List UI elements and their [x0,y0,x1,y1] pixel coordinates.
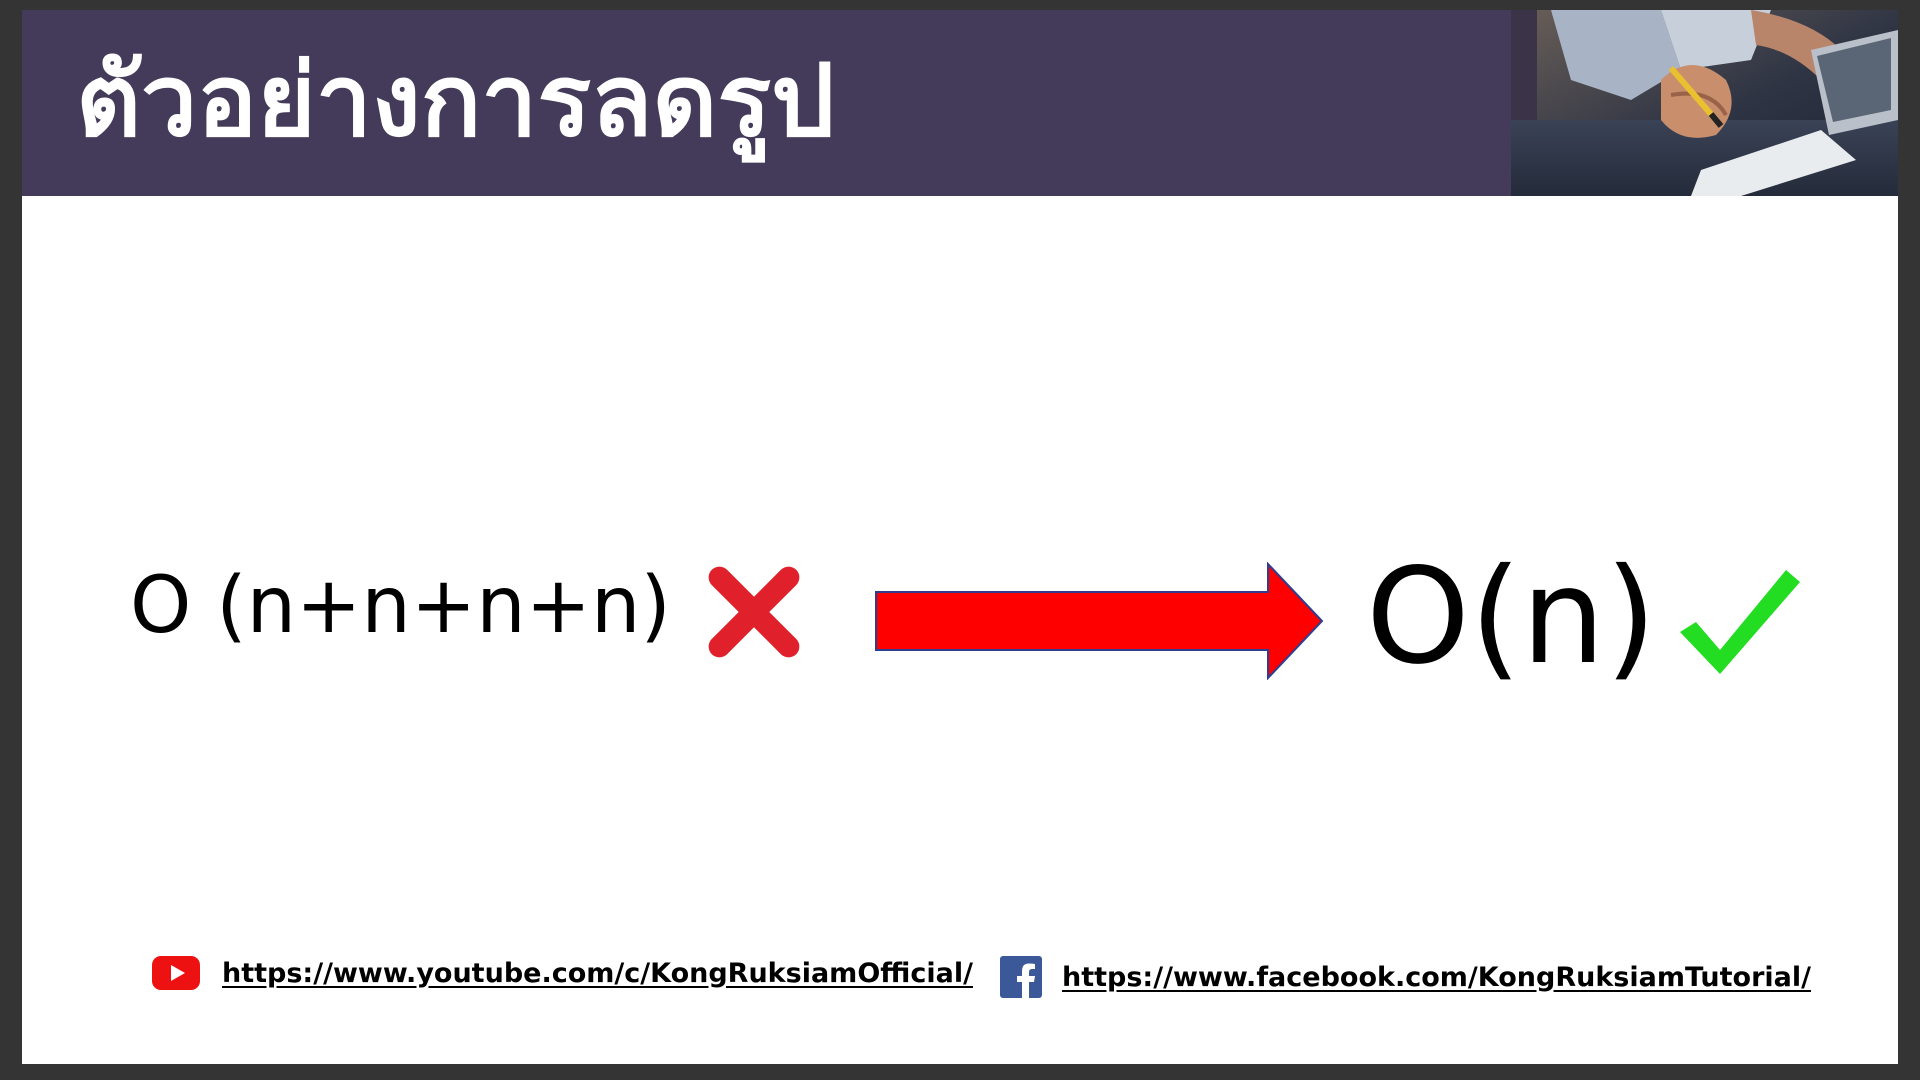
title-bar: ตัวอย่างการลดรูป [22,10,1898,196]
youtube-link[interactable]: https://www.youtube.com/c/KongRuksiamOff… [152,956,973,990]
youtube-url[interactable]: https://www.youtube.com/c/KongRuksiamOff… [222,958,973,989]
slide-title: ตัวอย่างการลดรูป [76,42,835,159]
simplified-complexity-expression: O(n) [1366,540,1657,694]
facebook-url[interactable]: https://www.facebook.com/KongRuksiamTuto… [1062,962,1811,993]
youtube-icon [152,956,200,990]
red-cross-icon [708,566,800,658]
right-arrow-icon [875,562,1324,680]
green-check-icon [1680,570,1800,674]
facebook-icon [1000,956,1042,998]
facebook-link[interactable]: https://www.facebook.com/KongRuksiamTuto… [1000,956,1811,998]
slide: ตัวอย่างการลดรูป O (n+n+n+n) O(n) https:… [22,10,1898,1064]
original-complexity-expression: O (n+n+n+n) [130,561,671,651]
header-photo [1511,10,1898,196]
